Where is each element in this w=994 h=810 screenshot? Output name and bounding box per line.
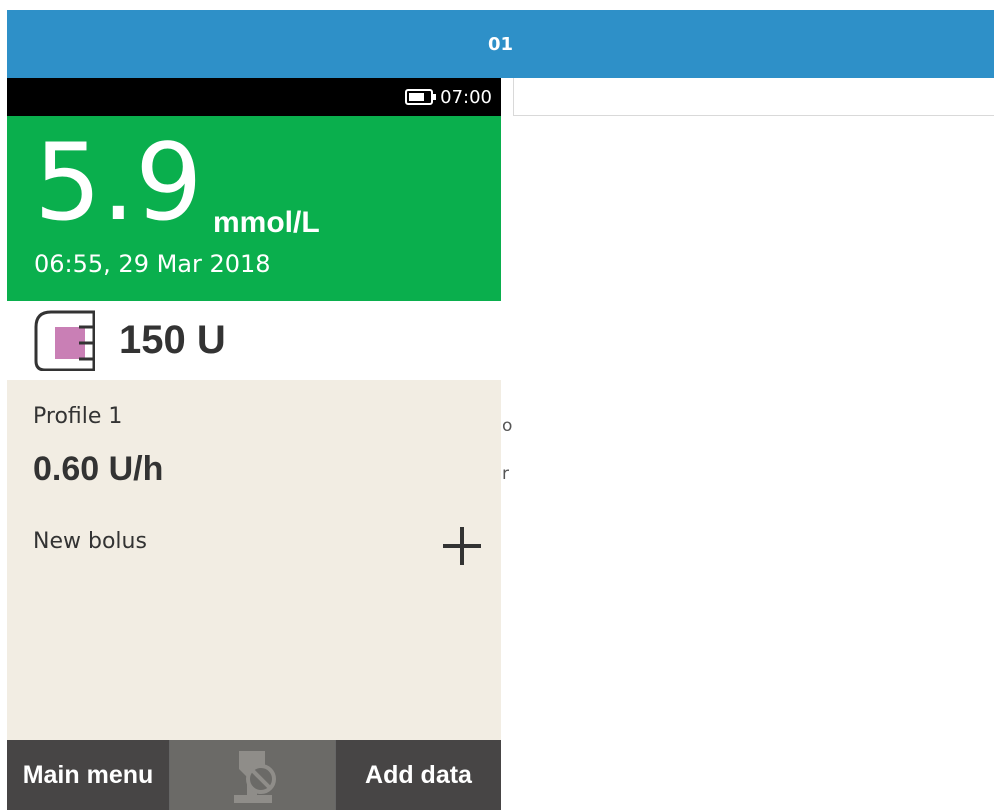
add-data-button[interactable]: Add data — [335, 740, 501, 810]
pump-stopped-icon — [233, 751, 276, 803]
insulin-cartridge-icon — [34, 310, 95, 371]
status-bar: 07:00 — [7, 78, 501, 116]
glucose-value: 5.9 — [34, 121, 203, 244]
add-data-label: Add data — [365, 760, 472, 789]
top-bar: 01 — [7, 10, 994, 78]
main-panel: Profile 1 0.60 U/h New bolus — [7, 380, 501, 740]
bottom-bar: Main menu Add data — [7, 740, 501, 810]
main-menu-label: Main menu — [22, 760, 154, 789]
glucose-unit: mmol/L — [213, 206, 320, 239]
background-text-fragment: r — [502, 464, 509, 484]
basal-profile-label: Profile 1 — [33, 404, 123, 429]
basal-rate-value: 0.60 U/h — [33, 450, 164, 488]
glucose-timestamp: 06:55, 29 Mar 2018 — [34, 250, 271, 278]
background-text-fragment: o — [502, 416, 513, 436]
right-header-strip — [513, 78, 994, 116]
reservoir-value: 150 U — [119, 318, 226, 362]
pump-status-button[interactable] — [170, 740, 335, 810]
reservoir-status[interactable]: 150 U — [7, 301, 501, 380]
pump-display: 07:00 5.9 mmol/L 06:55, 29 Mar 2018 150 … — [7, 78, 501, 810]
glucose-reading[interactable]: 5.9 mmol/L 06:55, 29 Mar 2018 — [7, 116, 501, 301]
status-time: 07:00 — [440, 86, 492, 108]
main-menu-button[interactable]: Main menu — [7, 740, 170, 810]
new-bolus-label[interactable]: New bolus — [33, 529, 147, 554]
top-bar-label: 01 — [487, 33, 514, 55]
plus-icon[interactable] — [443, 527, 481, 565]
battery-icon — [405, 89, 437, 105]
